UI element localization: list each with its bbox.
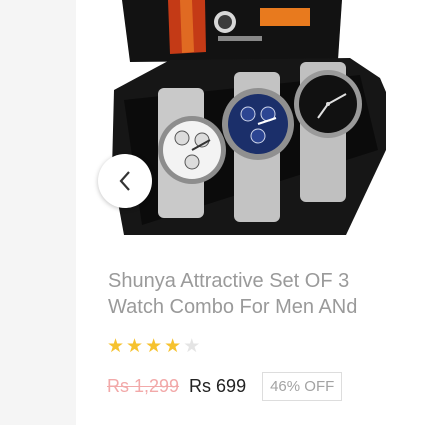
product-title[interactable]: Shunya Attractive Set OF 3 Watch Combo F… — [108, 268, 408, 320]
original-price: Rs 1,299 — [107, 376, 180, 396]
carousel-prev-button[interactable] — [98, 154, 152, 208]
star-icon: ★ — [107, 335, 125, 357]
sale-price: Rs 699 — [189, 376, 247, 396]
star-rating: ★ ★ ★ ★ ★ — [107, 336, 200, 356]
product-image[interactable] — [110, 0, 386, 235]
star-empty-icon: ★ — [183, 335, 201, 357]
price-row: Rs 1,299 Rs 699 46% OFF — [107, 372, 343, 401]
star-icon: ★ — [126, 335, 144, 357]
page-gutter — [0, 0, 76, 425]
discount-badge: 46% OFF — [262, 372, 343, 401]
star-icon: ★ — [145, 335, 163, 357]
product-card[interactable]: Shunya Attractive Set OF 3 Watch Combo F… — [76, 0, 424, 425]
chevron-left-icon — [119, 171, 130, 191]
star-half-icon: ★ — [164, 335, 182, 357]
